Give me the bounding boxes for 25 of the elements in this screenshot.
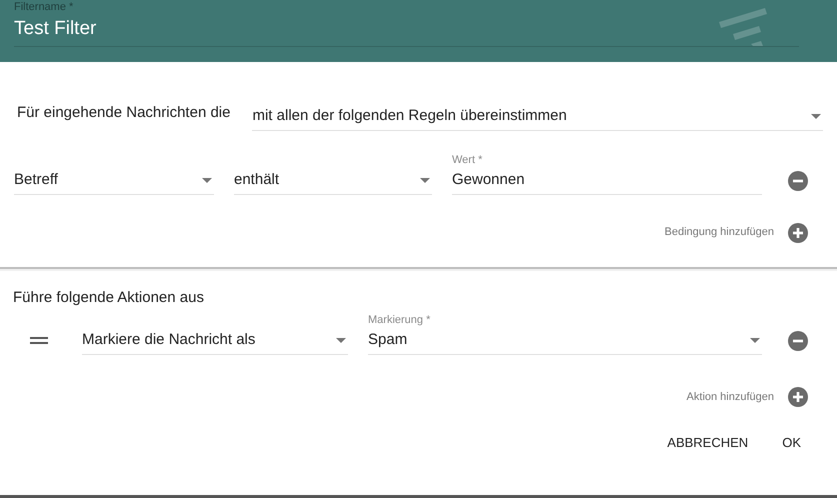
actions-title: Führe folgende Aktionen aus bbox=[12, 288, 205, 308]
remove-icon[interactable] bbox=[788, 170, 808, 190]
match-label: Für eingehende Nachrichten die bbox=[17, 103, 230, 123]
select-field[interactable]: Spam bbox=[368, 327, 762, 355]
dialog-button[interactable]: OK bbox=[776, 429, 807, 456]
drag-handle-icon[interactable] bbox=[30, 337, 48, 344]
select-field[interactable]: Markiere die Nachricht als bbox=[82, 327, 348, 355]
select-field[interactable]: enthält bbox=[234, 166, 432, 194]
caret-icon bbox=[811, 114, 821, 118]
dialog-button[interactable]: ABBRECHEN bbox=[661, 429, 754, 456]
remove-icon[interactable] bbox=[788, 331, 808, 351]
value-field[interactable]: Gewonnen bbox=[452, 166, 762, 194]
caret-icon bbox=[202, 178, 212, 182]
add-action-link[interactable]: Aktion hinzufügen bbox=[686, 388, 774, 406]
filter-name-field[interactable]: Filtername * Test Filter bbox=[14, 1, 799, 47]
field-label: Markierung * bbox=[368, 313, 432, 327]
add-icon[interactable] bbox=[788, 222, 808, 242]
caret-icon bbox=[750, 338, 760, 343]
add-icon[interactable] bbox=[788, 387, 808, 407]
select-field[interactable]: Betreff bbox=[14, 166, 214, 194]
caret-icon bbox=[420, 178, 430, 182]
caret-icon bbox=[336, 338, 346, 343]
add-condition-link[interactable]: Bedingung hinzufügen bbox=[664, 224, 774, 241]
field-label: Wert * bbox=[452, 152, 484, 166]
select-field[interactable]: mit allen der folgenden Regeln übereinstimmen bbox=[252, 102, 823, 130]
